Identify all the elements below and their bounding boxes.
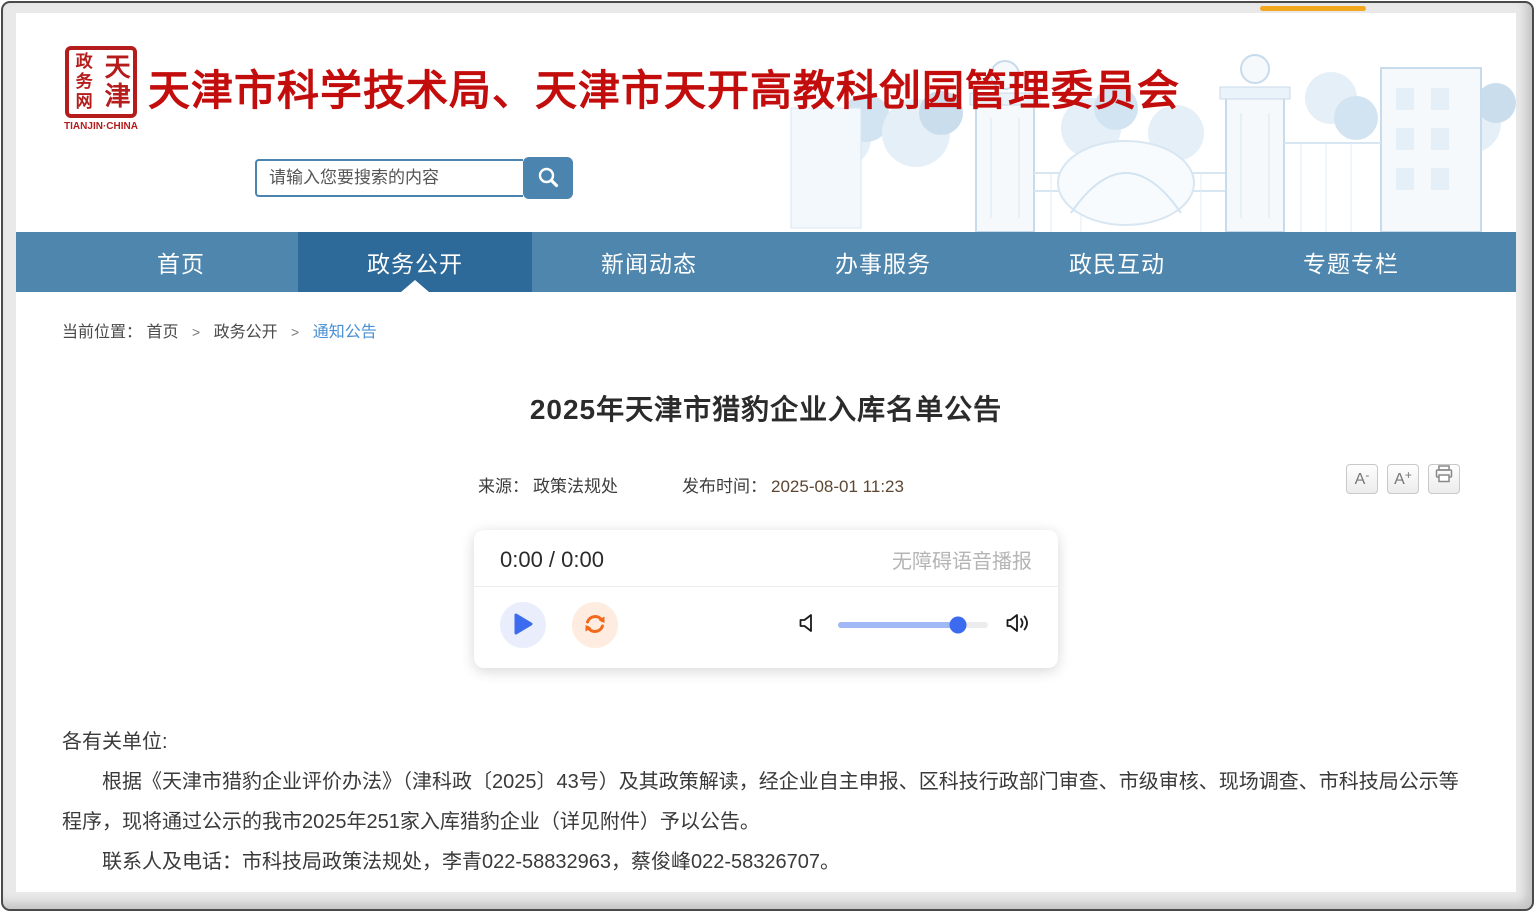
main-nav: 首页 政务公开 新闻动态 办事服务 政民互动 专题专栏 bbox=[16, 232, 1516, 292]
player-header: 0:00 / 0:00 无障碍语音播报 bbox=[474, 530, 1058, 587]
blank-line bbox=[62, 882, 1470, 892]
article-source: 来源：政策法规处 bbox=[478, 472, 618, 497]
play-button[interactable] bbox=[500, 602, 546, 648]
nav-item-special-topics[interactable]: 专题专栏 bbox=[1234, 232, 1468, 292]
accessibility-audio-player: 0:00 / 0:00 无障碍语音播报 bbox=[474, 530, 1058, 668]
breadcrumb-separator: > bbox=[192, 324, 200, 340]
publish-time-value: 2025-08-01 11:23 bbox=[771, 477, 904, 496]
player-caption: 无障碍语音播报 bbox=[892, 545, 1032, 574]
breadcrumb-gov-disclosure-link[interactable]: 政务公开 bbox=[214, 324, 278, 341]
search-input[interactable] bbox=[255, 159, 523, 197]
nav-item-services[interactable]: 办事服务 bbox=[766, 232, 1000, 292]
plus-sign: + bbox=[1405, 468, 1412, 482]
source-label: 来源： bbox=[478, 477, 529, 496]
publish-time-label: 发布时间： bbox=[682, 477, 767, 496]
article-body: 各有关单位: 根据《天津市猎豹企业评价办法》（津科政〔2025〕43号）及其政策… bbox=[16, 722, 1516, 892]
font-letter: A bbox=[1394, 471, 1405, 489]
player-controls bbox=[474, 587, 1058, 668]
contact-paragraph: 联系人及电话：市科技局政策法规处，李青022-58832963，蔡俊峰022-5… bbox=[62, 842, 1470, 882]
site-logo: 天津 政务网 TIANJIN·CHINA bbox=[61, 46, 141, 132]
seal-caption: TIANJIN·CHINA bbox=[61, 121, 141, 132]
volume-max-icon[interactable] bbox=[1006, 612, 1032, 639]
salutation-line: 各有关单位: bbox=[62, 722, 1470, 762]
search-button[interactable] bbox=[523, 157, 573, 199]
site-title: 天津市科学技术局、天津市天开高教科创园管理委员会 bbox=[148, 57, 1180, 118]
font-decrease-button[interactable]: A- bbox=[1346, 464, 1378, 494]
volume-slider-thumb[interactable] bbox=[950, 617, 967, 634]
play-icon bbox=[513, 613, 533, 638]
refresh-icon bbox=[583, 612, 607, 639]
printer-icon bbox=[1434, 464, 1454, 489]
seal-right-column: 天津 bbox=[102, 53, 133, 111]
volume-mute-icon[interactable] bbox=[798, 612, 820, 639]
search-icon bbox=[536, 165, 560, 192]
volume-slider-fill bbox=[838, 622, 958, 628]
breadcrumb-notices-link[interactable]: 通知公告 bbox=[313, 324, 377, 341]
breadcrumb-home-link[interactable]: 首页 bbox=[146, 324, 178, 341]
article-tools: A- A+ bbox=[1346, 464, 1460, 494]
font-increase-button[interactable]: A+ bbox=[1387, 464, 1419, 494]
breadcrumb-label: 当前位置： bbox=[62, 324, 142, 341]
nav-item-home[interactable]: 首页 bbox=[64, 232, 298, 292]
tianjin-gov-seal: 天津 政务网 bbox=[65, 46, 137, 118]
article-publish-time: 发布时间：2025-08-01 11:23 bbox=[682, 472, 904, 497]
font-letter: A bbox=[1355, 471, 1366, 489]
nav-item-gov-disclosure[interactable]: 政务公开 bbox=[298, 232, 532, 292]
page: 天津 政务网 TIANJIN·CHINA 天津市科学技术局、天津市天开高教科创园… bbox=[16, 13, 1516, 892]
breadcrumb: 当前位置： 首页 > 政务公开 > 通知公告 bbox=[16, 292, 1516, 342]
nav-item-news[interactable]: 新闻动态 bbox=[532, 232, 766, 292]
announcement-paragraph: 根据《天津市猎豹企业评价办法》（津科政〔2025〕43号）及其政策解读，经企业自… bbox=[62, 762, 1470, 842]
article-title: 2025年天津市猎豹企业入库名单公告 bbox=[16, 388, 1516, 428]
seal-left-column: 政务网 bbox=[69, 52, 99, 112]
nav-item-interaction[interactable]: 政民互动 bbox=[1000, 232, 1234, 292]
breadcrumb-separator: > bbox=[291, 324, 299, 340]
print-button[interactable] bbox=[1428, 464, 1460, 494]
article-meta: 来源：政策法规处 发布时间：2025-08-01 11:23 bbox=[16, 472, 1516, 497]
search-bar bbox=[255, 157, 573, 199]
source-value: 政策法规处 bbox=[533, 477, 618, 496]
player-time-display: 0:00 / 0:00 bbox=[500, 547, 604, 573]
window-frame: 天津 政务网 TIANJIN·CHINA 天津市科学技术局、天津市天开高教科创园… bbox=[1, 1, 1534, 911]
replay-button[interactable] bbox=[572, 602, 618, 648]
browser-progress-bar bbox=[1260, 6, 1366, 11]
nav-item-label: 政务公开 bbox=[367, 245, 463, 279]
minus-sign: - bbox=[1365, 468, 1369, 482]
site-header: 天津 政务网 TIANJIN·CHINA 天津市科学技术局、天津市天开高教科创园… bbox=[16, 13, 1516, 232]
article-meta-row: 来源：政策法规处 发布时间：2025-08-01 11:23 A- A+ bbox=[16, 472, 1516, 502]
active-tab-arrow bbox=[401, 280, 429, 292]
volume-slider[interactable] bbox=[838, 622, 988, 628]
campus-gate-watercolor-illustration bbox=[771, 13, 1516, 232]
